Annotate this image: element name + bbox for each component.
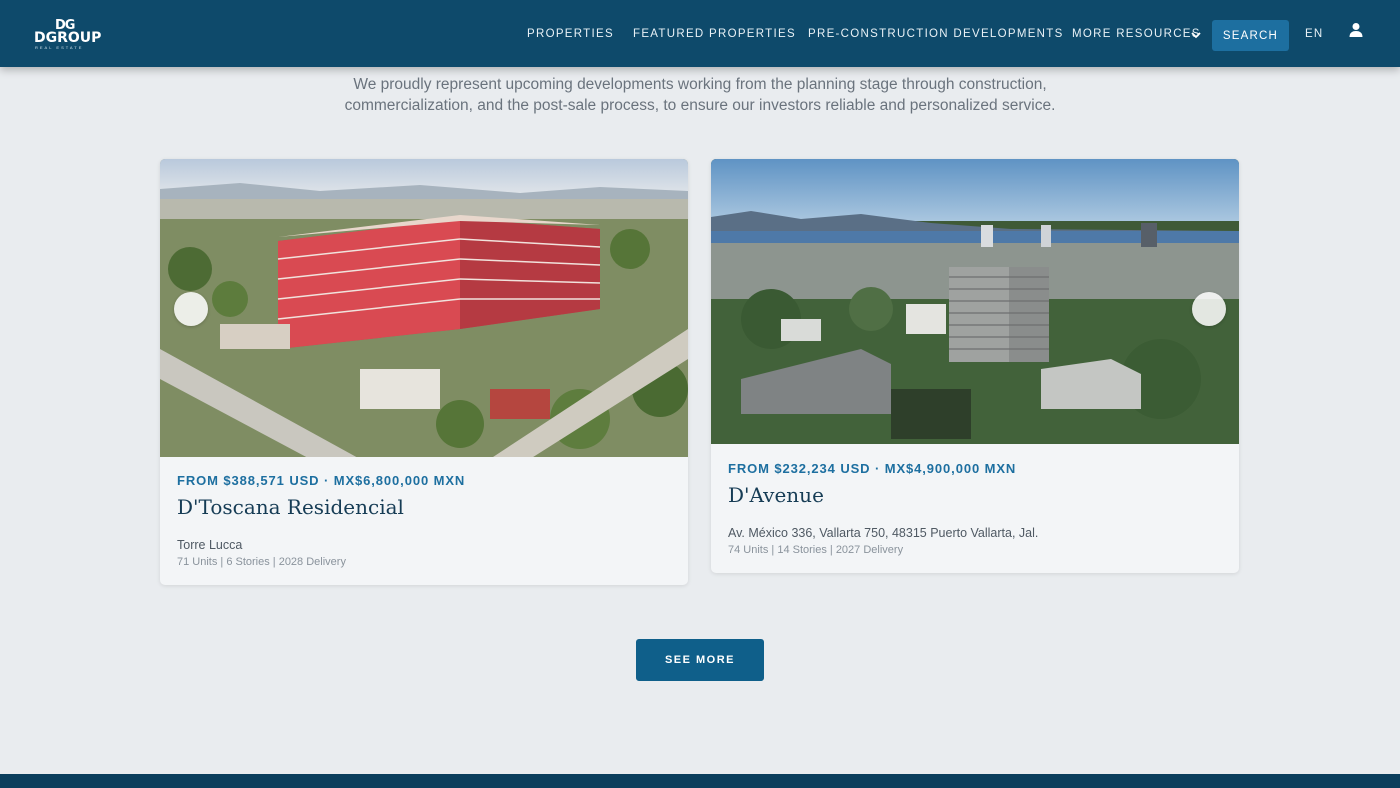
search-button[interactable]: SEARCH [1212,20,1289,51]
card-meta: 74 Units | 14 Stories | 2027 Delivery [728,544,904,556]
card-title[interactable]: D'Toscana Residencial [177,495,404,519]
carousel-prev-button[interactable] [174,292,208,326]
intro-line-2: commercialization, and the post-sale pro… [344,97,1056,114]
intro-line-1: We proudly represent upcoming developmen… [353,76,1047,93]
see-more-button[interactable]: SEE MORE [636,639,764,681]
intro-text: We proudly represent upcoming developmen… [300,74,1100,116]
dgroup-logo[interactable]: DG DGROUP REAL ESTATE [34,18,102,50]
card-price: FROM $388,571 USD · MX$6,800,000 MXN [177,473,466,488]
nav-link-pre-construction[interactable]: PRE-CONSTRUCTION DEVELOPMENTS [808,28,1064,40]
property-photo-dtoscana[interactable] [160,159,688,457]
property-photo-davenue[interactable] [711,159,1239,444]
card-subtitle: Torre Lucca [177,538,243,552]
chevron-down-icon[interactable] [1191,30,1201,40]
footer-band [0,774,1400,788]
carousel-next-button[interactable] [1192,292,1226,326]
user-icon[interactable] [1348,22,1364,38]
property-card-davenue[interactable]: FROM $232,234 USD · MX$4,900,000 MXN D'A… [711,159,1239,573]
logo-tagline: REAL ESTATE [35,45,84,50]
top-navbar: DG DGROUP REAL ESTATE PROPERTIES FEATURE… [0,0,1400,67]
card-subtitle: Av. México 336, Vallarta 750, 48315 Puer… [728,526,1039,540]
property-card-dtoscana[interactable]: FROM $388,571 USD · MX$6,800,000 MXN D'T… [160,159,688,585]
card-title[interactable]: D'Avenue [728,483,824,507]
nav-link-featured-properties[interactable]: FEATURED PROPERTIES [633,28,796,40]
card-meta: 71 Units | 6 Stories | 2028 Delivery [177,556,346,568]
nav-link-more-resources[interactable]: MORE RESOURCES [1072,28,1201,40]
language-selector[interactable]: EN [1305,28,1323,40]
nav-link-properties[interactable]: PROPERTIES [527,28,614,40]
logo-wordmark: DGROUP [34,30,102,46]
card-price: FROM $232,234 USD · MX$4,900,000 MXN [728,461,1017,476]
